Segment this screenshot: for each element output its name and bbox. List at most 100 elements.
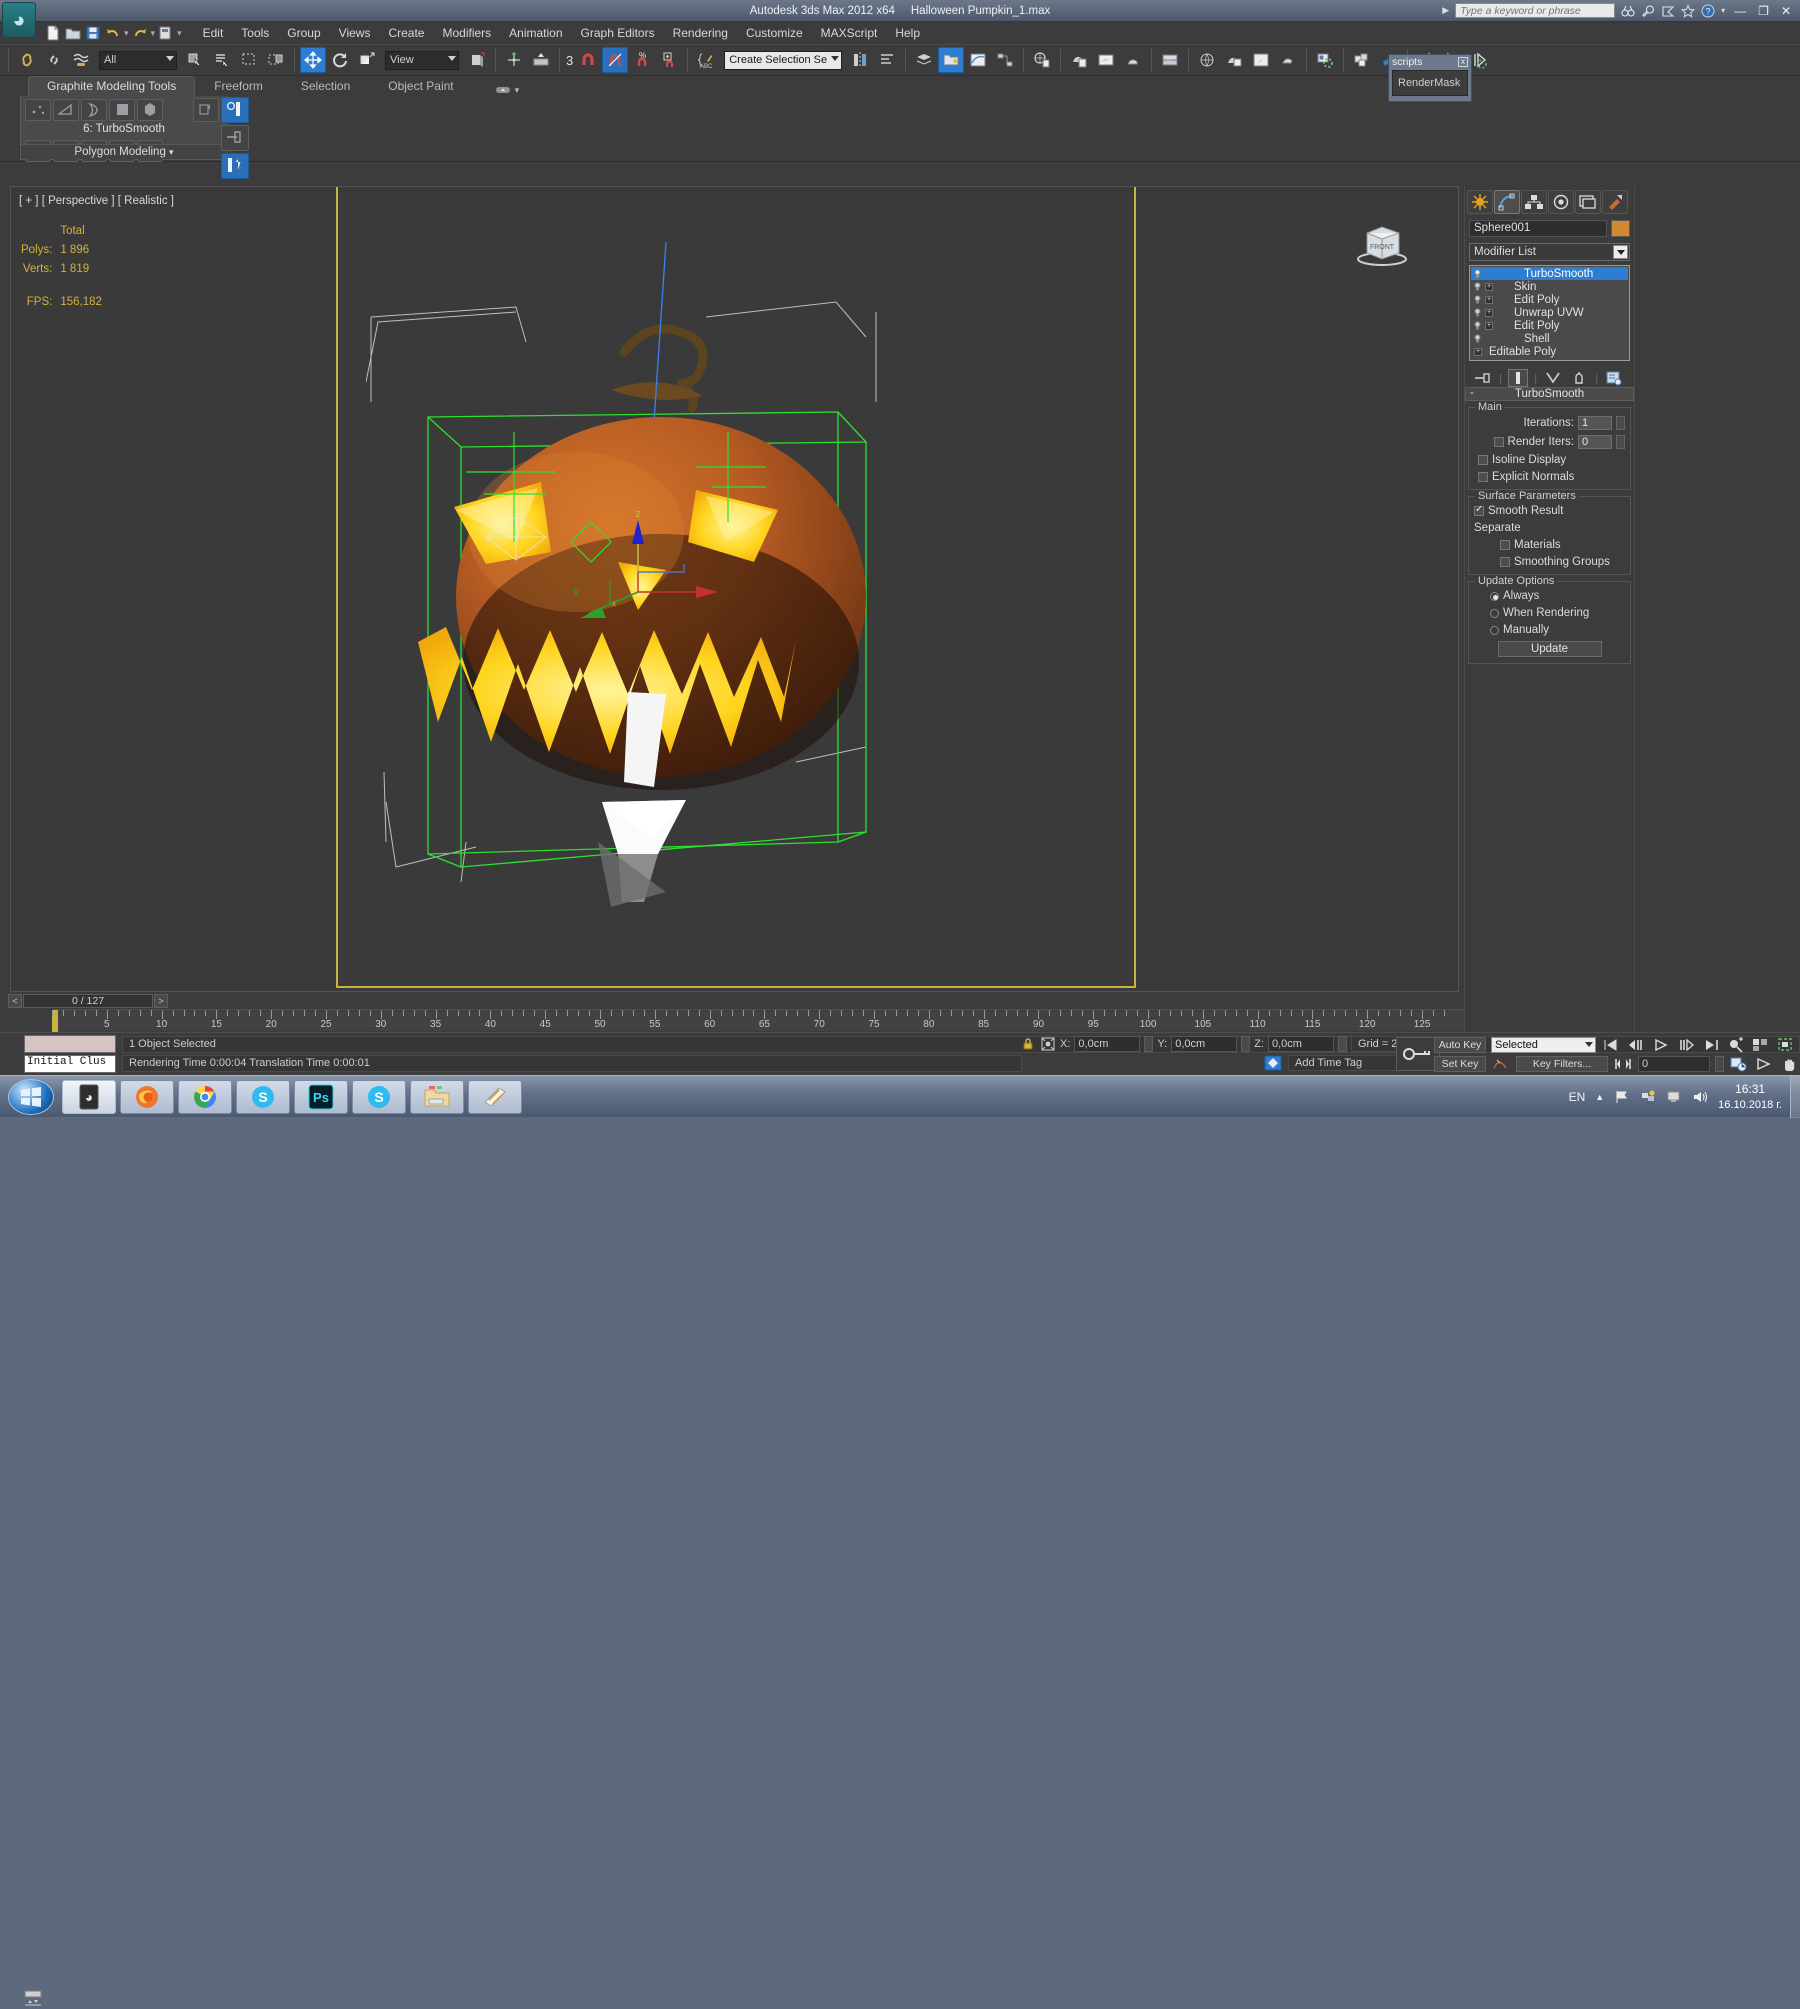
volume-icon[interactable] [1692,1089,1708,1105]
winamp-taskbar-icon[interactable] [468,1080,522,1114]
modifier-stack-item-unwrap-uvw[interactable]: + Unwrap UVW [1471,306,1628,319]
containers-icon[interactable] [1221,47,1247,73]
percent-snap-toggle-icon[interactable]: % [629,47,655,73]
menu-item-animation[interactable]: Animation [500,24,571,42]
expand-icon[interactable]: + [1485,308,1493,317]
materials-checkbox[interactable] [1500,540,1510,550]
modifier-list-dropdown[interactable]: Modifier List [1469,243,1630,261]
wrench-icon[interactable] [1641,4,1655,18]
prev-frame-button[interactable]: < [8,993,22,1008]
modify-tab-icon[interactable] [1494,190,1520,214]
minimize-button[interactable]: — [1731,4,1749,18]
previous-frame-icon[interactable] [1626,1036,1646,1054]
render-iterative-icon[interactable] [1312,47,1338,73]
pan-view-icon[interactable] [1754,1055,1774,1073]
explorer-taskbar-icon[interactable] [410,1080,464,1114]
blocks-icon[interactable] [1349,47,1375,73]
modifier-stack-item-edit-poly-1[interactable]: + Edit Poly [1471,293,1628,306]
infocenter-expand-icon[interactable]: ▶ [1442,5,1449,16]
isolate-selection-icon[interactable] [221,153,249,179]
quick-access-dropdown-icon[interactable]: ▾ [177,28,182,39]
select-by-name-icon[interactable] [209,47,235,73]
zoom-all-icon[interactable] [1751,1036,1771,1054]
schematic-view-icon[interactable] [992,47,1018,73]
ribbon-minimize-icon[interactable] [495,84,511,96]
network-icon[interactable] [1640,1089,1656,1105]
menu-item-customize[interactable]: Customize [737,24,812,42]
edge-icon[interactable] [53,99,79,121]
undo-dropdown-icon[interactable]: ▾ [124,28,129,39]
open-file-icon[interactable] [64,24,82,42]
close-icon[interactable]: x [1458,57,1468,67]
rectangular-selection-region-icon[interactable] [236,47,262,73]
menu-item-modifiers[interactable]: Modifiers [433,24,500,42]
redo-dropdown-icon[interactable]: ▾ [151,28,156,39]
display-tab-icon[interactable] [1575,190,1601,214]
track-bar-open-icon[interactable] [22,1987,44,2009]
expand-icon[interactable]: + [1485,282,1493,291]
remove-modifier-icon[interactable] [1569,369,1589,387]
skype2-taskbar-icon[interactable]: S [352,1080,406,1114]
flag-action-center-icon[interactable] [1614,1089,1630,1105]
pin-stack-icon[interactable] [1473,369,1493,387]
rendered-frame-window-icon[interactable] [1093,47,1119,73]
render-iters-spinner[interactable] [1616,435,1625,449]
align-icon[interactable] [874,47,900,73]
monitor-icon[interactable] [1666,1089,1682,1105]
manually-radio[interactable] [1490,625,1499,635]
angle-snap-toggle-icon[interactable] [602,47,629,73]
render-iters-field[interactable]: 0 [1578,435,1612,449]
hierarchy-tab-icon[interactable] [1521,190,1547,214]
render-production-icon[interactable] [1120,47,1146,73]
select-object-icon[interactable] [182,47,208,73]
key-mode-toggle-icon[interactable] [1264,1055,1282,1071]
tab-graphite-modeling-tools[interactable]: Graphite Modeling Tools [28,76,196,96]
collapse-stack-icon[interactable] [193,98,219,122]
object-name-field[interactable]: Sphere001 [1469,220,1607,237]
rollout-collapse-toggle[interactable]: - [1470,387,1474,399]
viewcube[interactable]: FRONT [1351,217,1413,267]
x-spinner[interactable] [1144,1036,1154,1052]
modifier-stack-item-skin[interactable]: + Skin [1471,280,1628,293]
project-folder-icon[interactable] [1157,47,1183,73]
unlink-selection-icon[interactable] [41,47,67,73]
base-object-row[interactable]: + Editable Poly [1471,345,1628,358]
border-icon[interactable] [81,99,107,121]
selection-filter-combo[interactable]: All [99,50,177,70]
key-set-combo[interactable]: Selected [1491,1037,1596,1053]
window-crossing-icon[interactable] [263,47,289,73]
object-color-swatch[interactable] [1611,220,1630,237]
reference-coordinate-system-combo[interactable]: View [385,50,459,70]
isoline-display-checkbox[interactable] [1478,455,1488,465]
current-frame-field[interactable]: 0 / 127 [23,993,153,1008]
tab-selection[interactable]: Selection [282,76,369,96]
vertex-icon[interactable] [25,99,51,121]
y-coordinate-field[interactable]: 0,0cm [1171,1036,1238,1052]
mirror-icon[interactable] [847,47,873,73]
explicit-normals-checkbox[interactable] [1478,472,1488,482]
set-key-button[interactable]: Set Key [1434,1056,1486,1072]
configure-modifier-sets-icon[interactable] [1604,369,1624,387]
start-button[interactable] [8,1079,54,1115]
light-bulb-icon[interactable] [1473,308,1482,317]
show-end-result-toggle-icon[interactable] [221,97,249,123]
new-file-icon[interactable] [44,24,62,42]
expand-icon[interactable]: + [1485,321,1493,330]
menu-item-tools[interactable]: Tools [232,24,278,42]
favorites-star-icon[interactable] [1681,3,1696,18]
expand-icon[interactable]: + [1474,347,1482,356]
language-indicator[interactable]: EN [1569,1090,1586,1104]
light-bulb-icon[interactable] [1473,334,1482,343]
key-mode-icon[interactable] [1613,1055,1633,1073]
polygon-modeling-footer[interactable]: Polygon Modeling ▾ [21,144,227,159]
when-rendering-radio[interactable] [1490,608,1499,618]
z-spinner[interactable] [1337,1036,1347,1052]
pin-stack-icon[interactable] [221,125,249,151]
light-bulb-icon[interactable] [1473,269,1482,278]
modifier-stack-item-edit-poly-2[interactable]: + Edit Poly [1471,319,1628,332]
save-file-icon[interactable] [84,24,102,42]
auto-key-button[interactable]: Auto Key [1434,1037,1486,1053]
next-frame-button[interactable]: > [154,993,168,1008]
time-configuration-icon[interactable] [1729,1055,1749,1073]
show-desktop-button[interactable] [1790,1076,1800,1118]
